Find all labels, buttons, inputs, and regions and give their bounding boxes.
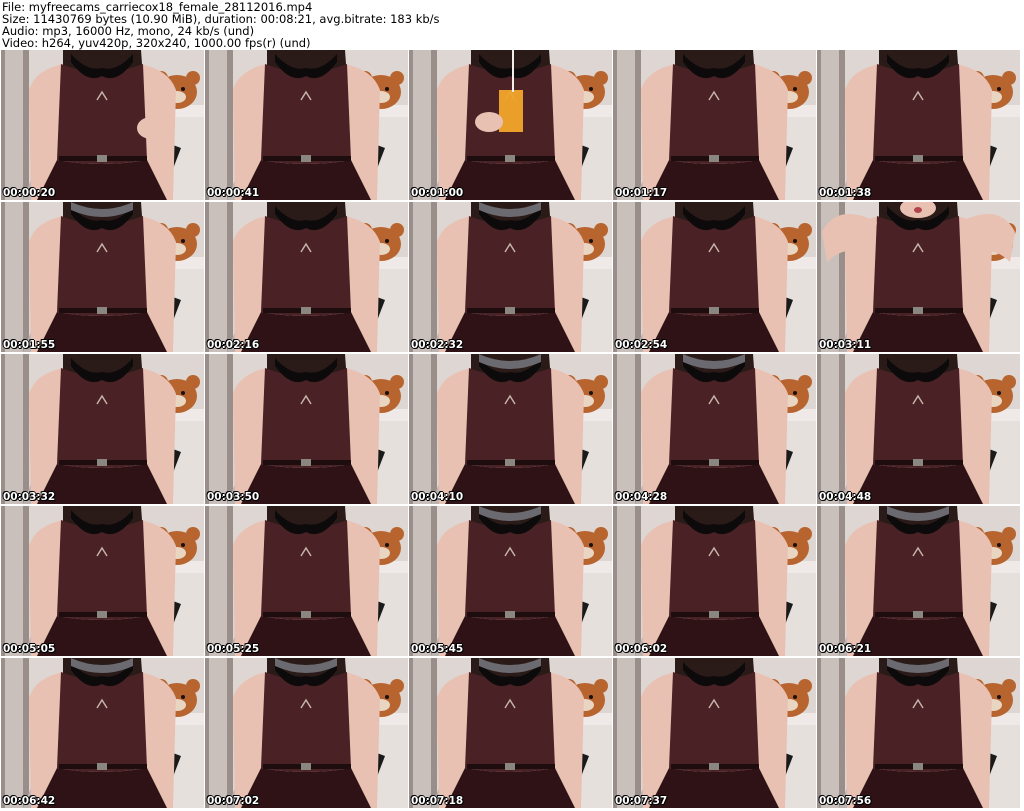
thumbnail-timestamp: 00:04:10 <box>411 491 464 503</box>
thumbnail-frame-image <box>817 202 1020 352</box>
thumbnail-timestamp: 00:01:55 <box>3 339 56 351</box>
video-thumbnail: 00:05:45 <box>409 506 612 656</box>
video-thumbnail: 00:03:32 <box>1 354 204 504</box>
thumbnail-frame-image <box>205 658 408 808</box>
video-thumbnail: 00:07:18 <box>409 658 612 808</box>
thumbnail-timestamp: 00:07:56 <box>819 795 872 807</box>
thumbnail-timestamp: 00:04:48 <box>819 491 872 503</box>
thumbnail-frame-image <box>613 658 816 808</box>
thumbnail-timestamp: 00:03:11 <box>819 339 872 351</box>
thumbnail-frame-image <box>613 202 816 352</box>
video-thumbnail: 00:07:56 <box>817 658 1020 808</box>
video-thumbnail: 00:04:48 <box>817 354 1020 504</box>
video-thumbnail: 00:05:05 <box>1 506 204 656</box>
thumbnail-timestamp: 00:04:28 <box>615 491 668 503</box>
thumbnail-timestamp: 00:00:41 <box>207 187 260 199</box>
thumbnail-timestamp: 00:02:54 <box>615 339 668 351</box>
thumbnail-frame-image <box>613 506 816 656</box>
video-thumbnail: 00:01:55 <box>1 202 204 352</box>
thumbnail-frame-image <box>409 202 612 352</box>
thumbnail-timestamp: 00:07:37 <box>615 795 668 807</box>
thumbnail-frame-image <box>817 354 1020 504</box>
thumbnail-timestamp: 00:02:32 <box>411 339 464 351</box>
thumbnail-frame-image <box>205 506 408 656</box>
thumbnail-frame-image <box>613 354 816 504</box>
video-thumbnail: 00:05:25 <box>205 506 408 656</box>
thumbnail-frame-image <box>1 354 204 504</box>
thumbnail-timestamp: 00:01:00 <box>411 187 464 199</box>
thumbnail-frame-image <box>1 50 204 200</box>
thumbnail-frame-image <box>817 50 1020 200</box>
video-thumbnail: 00:02:54 <box>613 202 816 352</box>
thumbnail-timestamp: 00:03:32 <box>3 491 56 503</box>
video-thumbnail: 00:06:02 <box>613 506 816 656</box>
thumbnail-frame-image <box>205 50 408 200</box>
thumbnail-timestamp: 00:01:17 <box>615 187 668 199</box>
thumbnail-frame-image <box>817 506 1020 656</box>
thumbnail-timestamp: 00:06:21 <box>819 643 872 655</box>
video-thumbnail: 00:07:02 <box>205 658 408 808</box>
thumbnail-timestamp: 00:02:16 <box>207 339 260 351</box>
video-thumbnail: 00:04:10 <box>409 354 612 504</box>
thumbnail-timestamp: 00:03:50 <box>207 491 260 503</box>
thumbnail-timestamp: 00:05:05 <box>3 643 56 655</box>
thumbnail-timestamp: 00:05:25 <box>207 643 260 655</box>
video-thumbnail: 00:06:21 <box>817 506 1020 656</box>
video-thumbnail: 00:01:00 <box>409 50 612 200</box>
thumbnail-frame-image <box>205 354 408 504</box>
thumbnail-grid: 00:00:20 00:00:41 00:01:00 00:01:17 00:01:38… <box>0 49 1024 811</box>
video-thumbnail: 00:01:17 <box>613 50 816 200</box>
file-info-header: File: myfreecams_carriecox18_female_2811… <box>2 1 1022 49</box>
thumbnail-frame-image <box>1 506 204 656</box>
thumbnail-frame-image <box>409 658 612 808</box>
video-thumbnail: 00:00:20 <box>1 50 204 200</box>
thumbnail-frame-image <box>409 354 612 504</box>
video-thumbnail: 00:02:16 <box>205 202 408 352</box>
video-thumbnail: 00:02:32 <box>409 202 612 352</box>
thumbnail-frame-image <box>409 50 612 200</box>
video-thumbnail: 00:06:42 <box>1 658 204 808</box>
thumbnail-frame-image <box>817 658 1020 808</box>
thumbnail-timestamp: 00:05:45 <box>411 643 464 655</box>
thumbnail-frame-image <box>409 506 612 656</box>
thumbnail-timestamp: 00:01:38 <box>819 187 872 199</box>
thumbnail-timestamp: 00:06:42 <box>3 795 56 807</box>
thumbnail-timestamp: 00:07:02 <box>207 795 260 807</box>
video-thumbnail: 00:03:11 <box>817 202 1020 352</box>
thumbnail-frame-image <box>613 50 816 200</box>
video-thumbnail: 00:04:28 <box>613 354 816 504</box>
thumbnail-frame-image <box>205 202 408 352</box>
video-thumbnail: 00:00:41 <box>205 50 408 200</box>
video-thumbnail: 00:03:50 <box>205 354 408 504</box>
thumbnail-timestamp: 00:06:02 <box>615 643 668 655</box>
video-thumbnail: 00:01:38 <box>817 50 1020 200</box>
thumbnail-timestamp: 00:07:18 <box>411 795 464 807</box>
thumbnail-frame-image <box>1 202 204 352</box>
thumbnail-timestamp: 00:00:20 <box>3 187 56 199</box>
video-info-line: Video: h264, yuv420p, 320x240, 1000.00 f… <box>2 36 311 50</box>
video-thumbnail: 00:07:37 <box>613 658 816 808</box>
thumbnail-frame-image <box>1 658 204 808</box>
